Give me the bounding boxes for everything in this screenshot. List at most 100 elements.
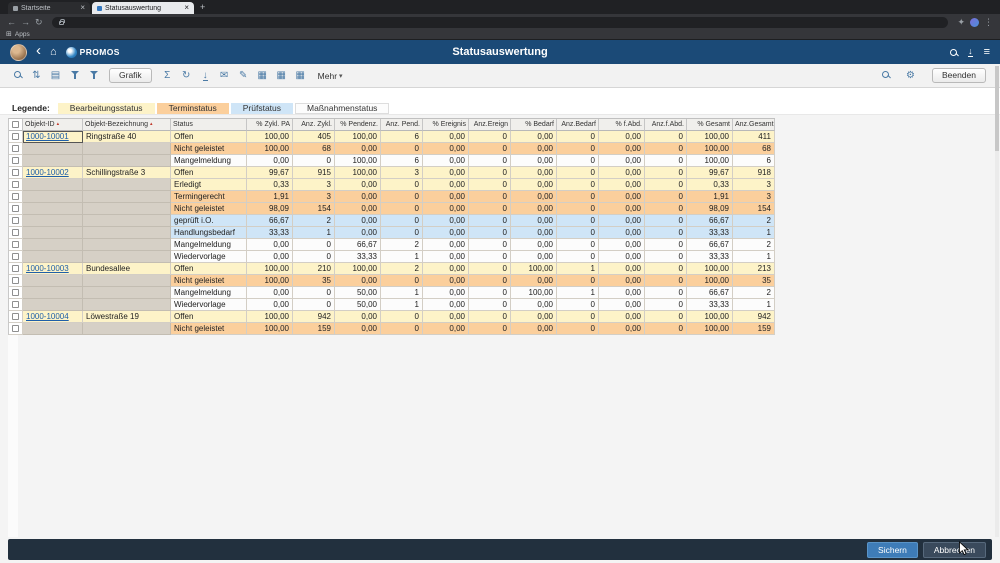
signature-icon[interactable]: ✎ <box>235 71 252 81</box>
browser-tab-statusauswertung[interactable]: Statusauswertung × <box>92 2 194 14</box>
row-checkbox[interactable] <box>12 301 19 308</box>
table-row[interactable]: Nicht geleistet 98,091540,0000,0000,0000… <box>9 203 775 215</box>
beenden-button[interactable]: Beenden <box>932 68 986 83</box>
row-checkbox[interactable] <box>12 229 19 236</box>
row-checkbox[interactable] <box>12 205 19 212</box>
table-row[interactable]: Erledigt 0,3330,0000,0000,0000,0000,333 <box>9 179 775 191</box>
col-header-pct-fabd[interactable]: % f.Abd. <box>599 119 645 131</box>
tab-close-icon[interactable]: × <box>184 5 189 11</box>
scrollbar-thumb[interactable] <box>995 66 999 151</box>
header-search-icon[interactable] <box>950 49 957 56</box>
row-checkbox[interactable] <box>12 289 19 296</box>
col-header-pct-pendenz[interactable]: % Pendenz. <box>335 119 381 131</box>
apps-bookmark[interactable]: Apps <box>15 31 30 38</box>
row-checkbox[interactable] <box>12 277 19 284</box>
row-checkbox[interactable] <box>12 253 19 260</box>
sichern-button[interactable]: Sichern <box>867 542 918 558</box>
row-checkbox[interactable] <box>12 181 19 188</box>
row-checkbox[interactable] <box>12 313 19 320</box>
header-download-icon[interactable]: ↓ <box>968 47 973 57</box>
table-row[interactable]: Mangelmeldung 0,00066,6720,0000,0000,000… <box>9 239 775 251</box>
col-header-objekt-id[interactable]: Objekt-ID▴ <box>23 119 83 131</box>
table-row[interactable]: Nicht geleistet 100,00680,0000,0000,0000… <box>9 143 775 155</box>
row-checkbox[interactable] <box>12 157 19 164</box>
row-checkbox[interactable] <box>12 169 19 176</box>
objekt-id-link[interactable]: 1000-10002 <box>26 168 69 177</box>
sum-icon[interactable]: Σ <box>159 71 176 81</box>
browser-tab-startseite[interactable]: Startseite × <box>8 2 90 14</box>
col-header-anz-gesamt[interactable]: Anz.Gesamt <box>733 119 775 131</box>
col-header-anz-bedarf[interactable]: Anz.Bedarf <box>557 119 599 131</box>
row-checkbox[interactable] <box>12 265 19 272</box>
table-row[interactable]: 1000-10004 Löwestraße 19 Offen 100,00942… <box>9 311 775 323</box>
table-row[interactable]: Nicht geleistet 100,00350,0000,0000,0000… <box>9 275 775 287</box>
table-row[interactable]: Mangelmeldung 0,000100,0060,0000,0000,00… <box>9 155 775 167</box>
sort-icon[interactable]: ⇅ <box>28 71 45 81</box>
objekt-id-link[interactable]: 1000-10003 <box>26 264 69 273</box>
col-header-anz-zykl[interactable]: Anz. Zykl. <box>293 119 335 131</box>
forward-icon[interactable]: → <box>21 18 30 27</box>
filter-icon[interactable] <box>66 71 83 81</box>
count-cell: 1 <box>733 251 775 263</box>
grafik-button[interactable]: Grafik <box>109 68 152 83</box>
export-download-icon[interactable]: ↓ <box>197 71 214 81</box>
mehr-menu[interactable]: Mehr ▾ <box>318 71 343 81</box>
table-row[interactable]: geprüft i.O. 66,6720,0000,0000,0000,0006… <box>9 215 775 227</box>
row-checkbox[interactable] <box>12 217 19 224</box>
objekt-id-link[interactable]: 1000-10001 <box>26 132 69 141</box>
status-cell: Nicht geleistet <box>171 143 247 155</box>
user-avatar[interactable] <box>10 44 27 61</box>
toolbar-search-icon[interactable] <box>877 71 894 81</box>
table-row[interactable]: Nicht geleistet 100,001590,0000,0000,000… <box>9 323 775 335</box>
table-view-icon[interactable]: ▦ <box>254 71 271 81</box>
details-list-icon[interactable]: ▤ <box>47 71 64 81</box>
row-checkbox[interactable] <box>12 325 19 332</box>
objekt-id-link[interactable]: 1000-10004 <box>26 312 69 321</box>
percent-cell: 0,00 <box>247 299 293 311</box>
home-icon[interactable]: ⌂ <box>50 47 57 58</box>
spreadsheet-icon[interactable]: ▦ <box>273 71 290 81</box>
browser-profile-avatar[interactable] <box>970 18 979 27</box>
table-row[interactable]: 1000-10003 Bundesallee Offen 100,0021010… <box>9 263 775 275</box>
table-row[interactable]: Handlungsbedarf 33,3310,0000,0000,0000,0… <box>9 227 775 239</box>
row-checkbox[interactable] <box>12 145 19 152</box>
col-header-pct-zykl-pa[interactable]: % Zykl. PA <box>247 119 293 131</box>
vertical-scrollbar[interactable] <box>995 66 999 537</box>
address-bar[interactable] <box>52 17 949 28</box>
find-icon[interactable] <box>9 71 26 81</box>
select-all-checkbox[interactable] <box>12 121 19 128</box>
abbrechen-button[interactable]: Abbrechen <box>923 542 986 558</box>
new-tab-button[interactable]: + <box>200 2 205 12</box>
table-row[interactable]: Mangelmeldung 0,00050,0010,000100,0010,0… <box>9 287 775 299</box>
reload-icon[interactable]: ↻ <box>35 18 43 27</box>
col-header-pct-bedarf[interactable]: % Bedarf <box>511 119 557 131</box>
tab-close-icon[interactable]: × <box>80 5 85 11</box>
col-header-objekt-bezeichnung[interactable]: Objekt-Bezeichnung▴ <box>83 119 171 131</box>
table-row[interactable]: Wiedervorlage 0,00033,3310,0000,0000,000… <box>9 251 775 263</box>
promos-logo[interactable]: PROMOS <box>66 47 120 58</box>
layout-icon[interactable]: ▦ <box>292 71 309 81</box>
row-checkbox[interactable] <box>12 241 19 248</box>
back-icon[interactable]: ← <box>7 18 16 27</box>
select-all-cell[interactable] <box>9 119 23 131</box>
col-header-anz-ereign[interactable]: Anz.Ereign <box>469 119 511 131</box>
row-checkbox[interactable] <box>12 133 19 140</box>
settings-gear-icon[interactable]: ⚙ <box>902 71 919 81</box>
col-header-anz-fabd[interactable]: Anz.f.Abd. <box>645 119 687 131</box>
col-header-pct-gesamt[interactable]: % Gesamt <box>687 119 733 131</box>
mail-icon[interactable]: ✉ <box>216 71 233 81</box>
table-row[interactable]: 1000-10001 Ringstraße 40 Offen 100,00405… <box>9 131 775 143</box>
table-row[interactable]: Wiedervorlage 0,00050,0010,0000,0000,000… <box>9 299 775 311</box>
filter-values-icon[interactable] <box>85 71 102 81</box>
col-header-anz-pend[interactable]: Anz. Pend. <box>381 119 423 131</box>
col-header-pct-ereignis[interactable]: % Ereignis <box>423 119 469 131</box>
browser-menu-icon[interactable]: ⋮ <box>984 18 993 27</box>
refresh-icon[interactable]: ↻ <box>178 71 195 81</box>
table-row[interactable]: Termingerecht 1,9130,0000,0000,0000,0001… <box>9 191 775 203</box>
header-menu-icon[interactable]: ≡ <box>984 47 990 58</box>
extensions-icon[interactable]: ✦ <box>957 18 965 27</box>
table-row[interactable]: 1000-10002 Schillingstraße 3 Offen 99,67… <box>9 167 775 179</box>
row-checkbox[interactable] <box>12 193 19 200</box>
back-chevron-icon[interactable]: ‹ <box>36 43 41 58</box>
col-header-status[interactable]: Status <box>171 119 247 131</box>
